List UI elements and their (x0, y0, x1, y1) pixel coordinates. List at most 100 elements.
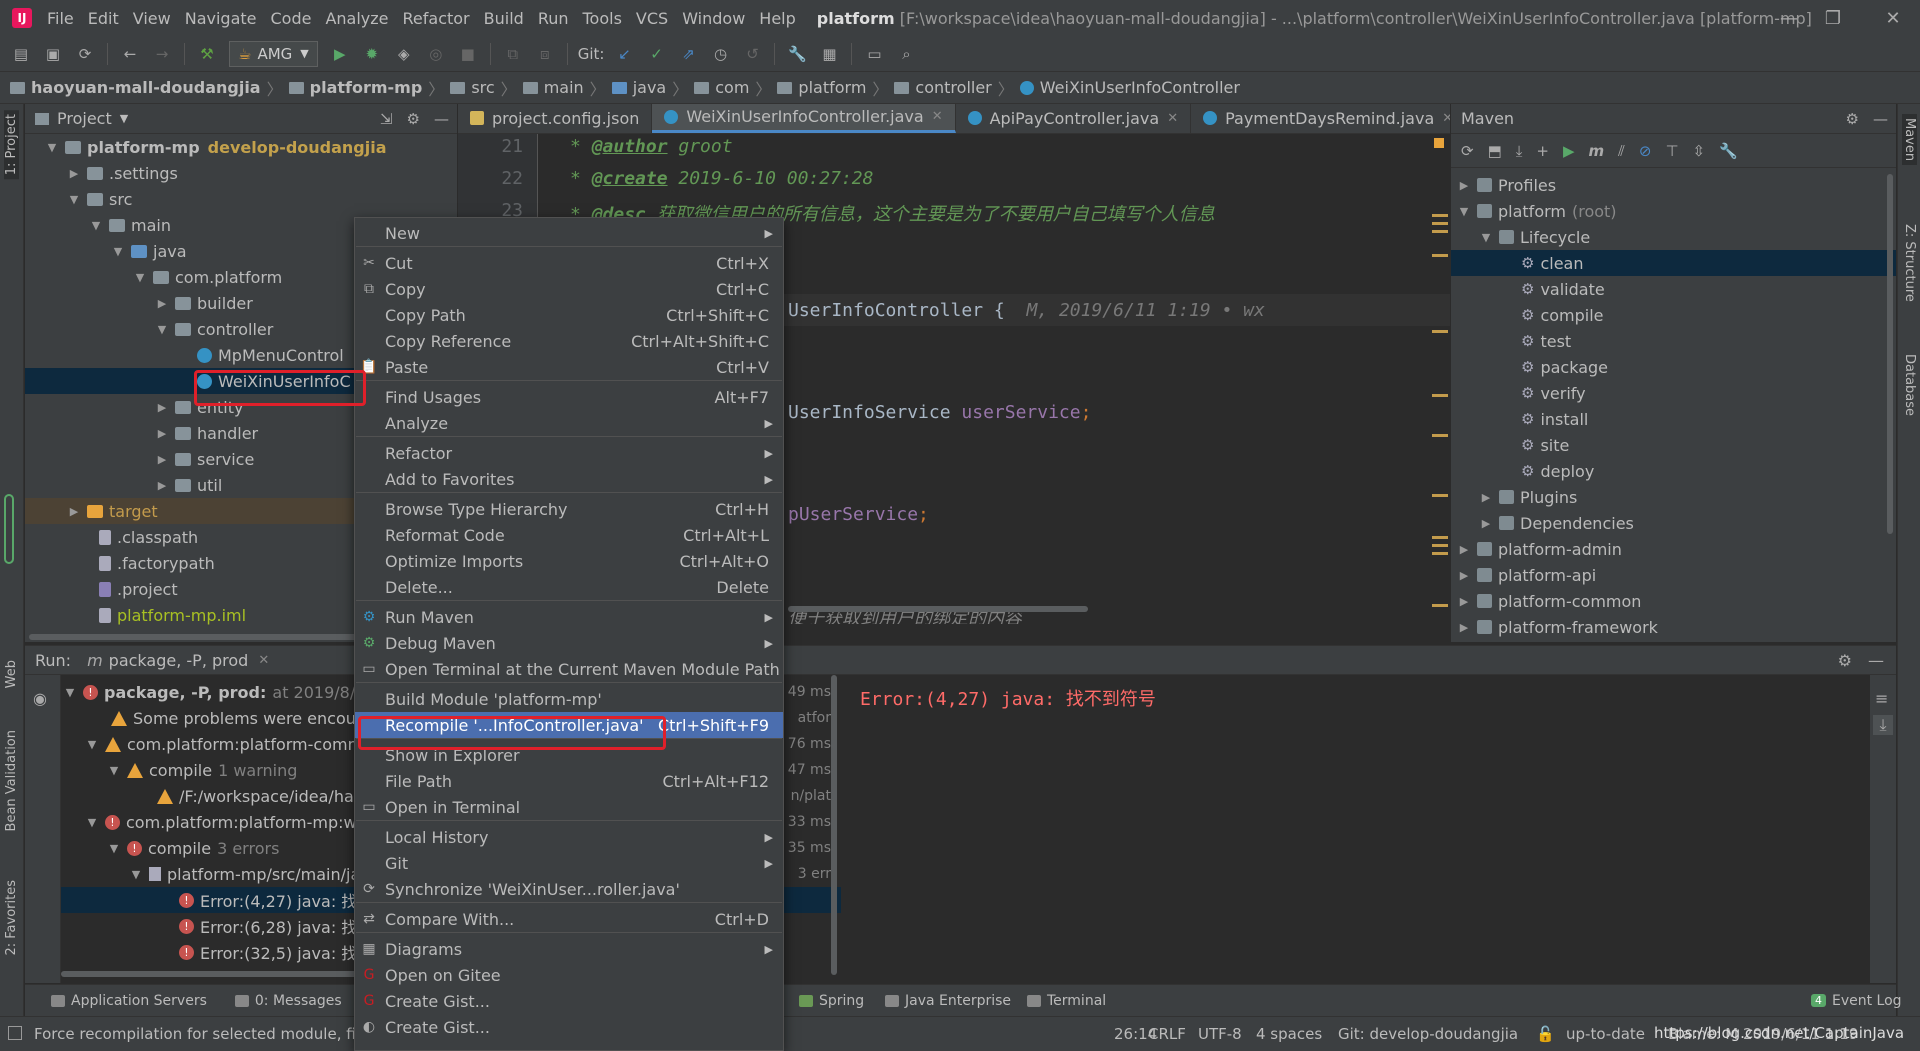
project-tool-button[interactable]: 1: Project (4, 110, 19, 180)
menu-item-open-terminal-at-the-current-maven-module-path[interactable]: ▭ Open Terminal at the Current Maven Modu… (355, 656, 783, 682)
add-icon[interactable]: + (1536, 142, 1549, 160)
tool-windows-toggle-icon[interactable] (8, 1026, 22, 1040)
breadcrumb-item[interactable]: src 〉 (450, 76, 522, 100)
file-encoding[interactable]: UTF-8 (1198, 1025, 1242, 1043)
expand-arrow-icon[interactable]: ▼ (107, 764, 121, 777)
maximize-icon[interactable]: ❐ (1806, 0, 1860, 36)
menu-item-git[interactable]: Git ▶ (355, 850, 783, 876)
rollback-icon[interactable]: ↺ (741, 43, 763, 65)
bean-validation-tool-button[interactable]: Bean Validation (4, 730, 19, 831)
history-icon[interactable]: ◷ (709, 43, 731, 65)
maven-project-platform-common[interactable]: ▶ platform-common (1451, 588, 1896, 614)
forward-icon[interactable]: → (151, 43, 173, 65)
show-dependencies-icon[interactable]: ⊤ (1665, 142, 1678, 160)
menu-item-open-in-terminal[interactable]: ▭ Open in Terminal (355, 794, 783, 820)
chevron-down-icon[interactable]: ▼ (120, 112, 128, 125)
run-config-select[interactable]: ☕ AMG ▼ (229, 40, 318, 67)
expand-arrow-icon[interactable]: ▼ (1479, 231, 1493, 244)
build-console[interactable]: Error:(4,27) java: 找不到符号 (842, 675, 1870, 983)
menu-item-create-gist[interactable]: G Create Gist... (355, 988, 783, 1014)
git-update-icon[interactable]: ↙ (613, 43, 635, 65)
error-stripe-mark[interactable] (1432, 552, 1448, 555)
expand-arrow-icon[interactable]: ▶ (155, 401, 169, 414)
menu-item-create-gist[interactable]: ◐ Create Gist... (355, 1014, 783, 1040)
project-panel-title[interactable]: Project (57, 109, 112, 128)
menu-file[interactable]: File (40, 9, 81, 28)
menu-item-delete[interactable]: Delete... Delete (355, 574, 783, 600)
remote-icon[interactable]: ⧈ (534, 43, 556, 65)
error-stripe-mark[interactable] (1432, 604, 1448, 607)
menu-vcs[interactable]: VCS (629, 9, 675, 28)
maven-project-platform-admin[interactable]: ▶ platform-admin (1451, 536, 1896, 562)
expand-arrow-icon[interactable]: ▶ (1479, 517, 1493, 530)
skip-tests-icon[interactable]: ⊘ (1639, 142, 1652, 160)
gear-icon[interactable]: ⚙ (407, 110, 420, 128)
analysis-status-icon[interactable] (1434, 138, 1444, 148)
favorites-tool-button[interactable]: 2: Favorites (4, 880, 19, 956)
vertical-scrollbar[interactable] (1887, 174, 1893, 534)
maven-plugins[interactable]: ▶ Plugins (1451, 484, 1896, 510)
search-icon[interactable]: ⌕ (895, 43, 917, 65)
menu-help[interactable]: Help (752, 9, 802, 28)
run-icon[interactable]: ▶ (329, 43, 351, 65)
menu-build[interactable]: Build (477, 9, 531, 28)
tab-weixinuserinfocontroller[interactable]: WeiXinUserInfoController.java ✕ (652, 104, 956, 133)
expand-arrow-icon[interactable]: ▶ (1457, 621, 1471, 634)
maven-tool-button[interactable]: Maven (1902, 114, 1917, 166)
maven-dependencies[interactable]: ▶ Dependencies (1451, 510, 1896, 536)
expand-arrow-icon[interactable]: ▼ (155, 323, 169, 336)
save-icon[interactable]: ▣ (42, 43, 64, 65)
build-hammer-icon[interactable]: ⚒ (196, 43, 218, 65)
tab-paymentdaysremind[interactable]: PaymentDaysRemind.java✕ (1191, 104, 1450, 133)
breadcrumb-item[interactable]: platform-mp 〉 (288, 76, 451, 100)
menu-tools[interactable]: Tools (576, 9, 629, 28)
expand-arrow-icon[interactable]: ▼ (85, 816, 99, 829)
expand-arrow-icon[interactable]: ▼ (45, 141, 59, 154)
menu-item-refactor[interactable]: Refactor ▶ (355, 440, 783, 466)
breadcrumb-item[interactable]: java 〉 (611, 76, 695, 100)
breadcrumb-item[interactable]: WeiXinUserInfoController (1019, 78, 1240, 97)
menu-item-open-on-gitee[interactable]: G Open on Gitee (355, 962, 783, 988)
tab-terminal[interactable]: Terminal (1013, 993, 1120, 1009)
expand-arrow-icon[interactable]: ▼ (89, 219, 103, 232)
maven-goal-install[interactable]: ⚙ install (1451, 406, 1896, 432)
database-tool-button[interactable]: Database (1902, 354, 1917, 416)
maven-goal-clean[interactable]: ⚙ clean (1451, 250, 1896, 276)
indent-setting[interactable]: 4 spaces (1256, 1025, 1322, 1043)
scroll-to-end-icon[interactable]: ⤓ (1873, 715, 1893, 735)
menu-code[interactable]: Code (264, 9, 319, 28)
menu-item-new[interactable]: New ▶ (355, 220, 783, 246)
tree-item-settings[interactable]: ▶ .settings (25, 160, 457, 186)
stop-icon[interactable]: ■ (457, 43, 479, 65)
web-tool-button[interactable]: Web (4, 660, 19, 688)
tab-apipaycontroller[interactable]: ApiPayController.java ✕ (956, 104, 1192, 133)
run-icon[interactable]: ▶ (1563, 142, 1575, 160)
gear-icon[interactable]: ⚙ (1838, 651, 1852, 670)
event-log-button[interactable]: 4 Event Log (1797, 993, 1916, 1009)
expand-arrow-icon[interactable]: ▶ (67, 167, 81, 180)
menu-item-browse-type-hierarchy[interactable]: Browse Type Hierarchy Ctrl+H (355, 496, 783, 522)
expand-arrow-icon[interactable]: ▶ (155, 297, 169, 310)
horizontal-scrollbar[interactable] (29, 634, 409, 640)
hide-icon[interactable]: — (1873, 110, 1888, 128)
tree-item-src[interactable]: ▼ src (25, 186, 457, 212)
expand-arrow-icon[interactable]: ▼ (1457, 205, 1471, 218)
toggle-offline-icon[interactable]: ⫽ (1618, 142, 1625, 160)
debug-icon[interactable]: ✹ (361, 43, 383, 65)
eye-icon[interactable]: ◉ (33, 689, 47, 708)
terminal-icon[interactable]: ▭ (863, 43, 885, 65)
menu-item-synchronize-weixinuser-roller-java[interactable]: ⟳ Synchronize 'WeiXinUser...roller.java' (355, 876, 783, 902)
expand-arrow-icon[interactable]: ▼ (67, 193, 81, 206)
menu-edit[interactable]: Edit (81, 9, 126, 28)
close-tab-icon[interactable]: ✕ (1167, 111, 1178, 126)
collapse-all-icon[interactable]: ⇲ (380, 110, 393, 128)
menu-item-optimize-imports[interactable]: Optimize Imports Ctrl+Alt+O (355, 548, 783, 574)
expand-arrow-icon[interactable]: ▶ (155, 427, 169, 440)
maven-goal-compile[interactable]: ⚙ compile (1451, 302, 1896, 328)
tab-messages[interactable]: 0: Messages (221, 993, 356, 1009)
menu-item-local-history[interactable]: Local History ▶ (355, 824, 783, 850)
error-stripe-mark[interactable] (1432, 494, 1448, 497)
menu-item-copy-reference[interactable]: Copy Reference Ctrl+Alt+Shift+C (355, 328, 783, 354)
soft-wrap-icon[interactable]: ≡ (1875, 689, 1888, 708)
maven-project-platform-api[interactable]: ▶ platform-api (1451, 562, 1896, 588)
